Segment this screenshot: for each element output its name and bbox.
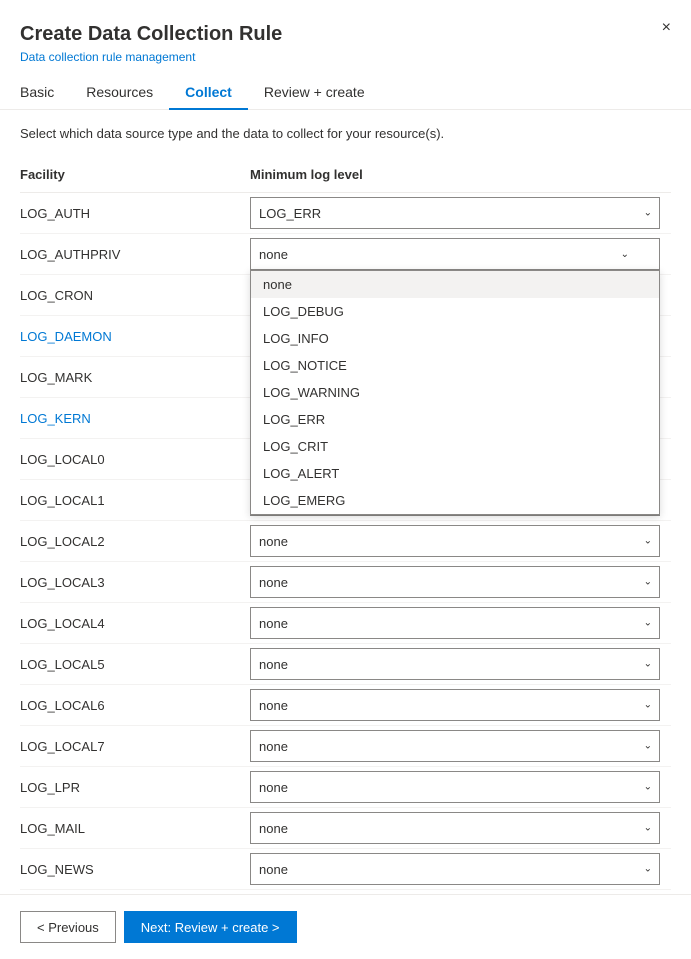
log-mail-dropdown[interactable]: none <box>250 812 660 844</box>
tab-review[interactable]: Review + create <box>248 76 381 110</box>
facility-label: LOG_AUTH <box>20 198 250 229</box>
dropdown-option-log-err[interactable]: LOG_ERR <box>251 406 659 433</box>
dialog-header: Create Data Collection Rule Data collect… <box>0 0 691 64</box>
dropdown-option-log-debug[interactable]: LOG_DEBUG <box>251 298 659 325</box>
previous-button[interactable]: < Previous <box>20 911 116 943</box>
dropdown-cell: none ⌄ <box>250 644 671 684</box>
dropdown-wrapper: none ⌄ <box>250 689 660 721</box>
dropdown-wrapper: none ⌄ <box>250 566 660 598</box>
log-auth-dropdown-wrapper: LOG_ERR ⌄ <box>250 197 660 229</box>
dropdown-option-log-crit[interactable]: LOG_CRIT <box>251 433 659 460</box>
dropdown-cell: none ⌄ <box>250 521 671 561</box>
dropdown-wrapper: none ⌄ <box>250 525 660 557</box>
dropdown-cell: none ⌄ <box>250 603 671 643</box>
table-row: LOG_LOCAL2 none ⌄ <box>20 521 671 562</box>
facility-label: LOG_LOCAL4 <box>20 608 250 639</box>
facility-label: LOG_MAIL <box>20 813 250 844</box>
log-local6-dropdown[interactable]: none <box>250 689 660 721</box>
log-auth-dropdown[interactable]: LOG_ERR <box>250 197 660 229</box>
log-news-dropdown[interactable]: none <box>250 853 660 885</box>
facility-label: LOG_KERN <box>20 403 250 434</box>
log-lpr-dropdown[interactable]: none <box>250 771 660 803</box>
dropdown-wrapper: none ⌄ <box>250 607 660 639</box>
table-row: LOG_LOCAL7 none ⌄ <box>20 726 671 767</box>
dropdown-option-log-warning[interactable]: LOG_WARNING <box>251 379 659 406</box>
facility-label: LOG_LOCAL7 <box>20 731 250 762</box>
col-loglevel-header: Minimum log level <box>250 161 671 188</box>
dropdown-list: none LOG_DEBUG LOG_INFO LOG_NOTICE LOG_W… <box>250 270 660 515</box>
dropdown-selected-value: none <box>259 247 288 262</box>
dropdown-wrapper: none ⌄ <box>250 853 660 885</box>
table-row: LOG_LOCAL3 none ⌄ <box>20 562 671 603</box>
log-local7-dropdown[interactable]: none <box>250 730 660 762</box>
chevron-down-icon: ⌄ <box>621 249 629 260</box>
table-row: LOG_LPR none ⌄ <box>20 767 671 808</box>
dropdown-cell: none ⌄ <box>250 726 671 766</box>
dropdown-cell: none ⌄ <box>250 849 671 889</box>
dropdown-option-log-notice[interactable]: LOG_NOTICE <box>251 352 659 379</box>
dropdown-cell: none ⌄ none LOG_DEBUG LOG_INFO LOG_NOTIC… <box>250 234 671 274</box>
footer: < Previous Next: Review + create > <box>0 894 691 959</box>
dropdown-cell: LOG_ERR ⌄ <box>250 193 671 233</box>
tab-resources[interactable]: Resources <box>70 76 169 110</box>
main-content: Select which data source type and the da… <box>0 110 691 930</box>
col-facility-header: Facility <box>20 161 250 188</box>
dropdown-cell: none ⌄ <box>250 767 671 807</box>
log-local4-dropdown[interactable]: none <box>250 607 660 639</box>
dropdown-option-none[interactable]: none <box>251 271 659 298</box>
dropdown-cell: none ⌄ <box>250 808 671 848</box>
dialog-title: Create Data Collection Rule <box>20 20 671 48</box>
facility-label: LOG_LOCAL6 <box>20 690 250 721</box>
description-text: Select which data source type and the da… <box>20 126 671 141</box>
dropdown-option-log-info[interactable]: LOG_INFO <box>251 325 659 352</box>
table-row: LOG_MAIL none ⌄ <box>20 808 671 849</box>
tab-basic[interactable]: Basic <box>20 76 70 110</box>
log-local3-dropdown[interactable]: none <box>250 566 660 598</box>
facility-label: LOG_DAEMON <box>20 321 250 352</box>
log-local2-dropdown[interactable]: none <box>250 525 660 557</box>
facility-label: LOG_LPR <box>20 772 250 803</box>
log-authpriv-dropdown-container: none ⌄ none LOG_DEBUG LOG_INFO LOG_NOTIC… <box>250 238 660 270</box>
dropdown-wrapper: none ⌄ <box>250 648 660 680</box>
next-button[interactable]: Next: Review + create > <box>124 911 297 943</box>
table-row: LOG_NEWS none ⌄ <box>20 849 671 890</box>
facility-label: LOG_LOCAL2 <box>20 526 250 557</box>
facility-label: LOG_LOCAL5 <box>20 649 250 680</box>
dropdown-cell: none ⌄ <box>250 562 671 602</box>
dropdown-cell: none ⌄ <box>250 685 671 725</box>
facility-label: LOG_AUTHPRIV <box>20 239 250 270</box>
dropdown-wrapper: none ⌄ <box>250 812 660 844</box>
table-row: LOG_LOCAL5 none ⌄ <box>20 644 671 685</box>
close-button[interactable]: × <box>658 16 675 40</box>
facility-label: LOG_LOCAL0 <box>20 444 250 475</box>
dialog-subtitle: Data collection rule management <box>20 50 671 64</box>
facility-label: LOG_CRON <box>20 280 250 311</box>
log-authpriv-dropdown-field[interactable]: none ⌄ <box>250 238 660 270</box>
table-row: LOG_AUTHPRIV none ⌄ none LOG_DEBUG LOG_I… <box>20 234 671 275</box>
dialog: Create Data Collection Rule Data collect… <box>0 0 691 959</box>
facility-label: LOG_LOCAL3 <box>20 567 250 598</box>
table-row: LOG_LOCAL6 none ⌄ <box>20 685 671 726</box>
dropdown-wrapper: none ⌄ <box>250 730 660 762</box>
tab-collect[interactable]: Collect <box>169 76 248 110</box>
dropdown-wrapper: none ⌄ <box>250 771 660 803</box>
facility-label: LOG_MARK <box>20 362 250 393</box>
table-header: Facility Minimum log level <box>20 157 671 193</box>
tabs-container: Basic Resources Collect Review + create <box>0 64 691 110</box>
log-local5-dropdown[interactable]: none <box>250 648 660 680</box>
table-row: LOG_LOCAL4 none ⌄ <box>20 603 671 644</box>
table-row: LOG_AUTH LOG_ERR ⌄ <box>20 193 671 234</box>
dropdown-option-log-emerg[interactable]: LOG_EMERG <box>251 487 659 514</box>
facility-label: LOG_NEWS <box>20 854 250 885</box>
dropdown-option-log-alert[interactable]: LOG_ALERT <box>251 460 659 487</box>
facility-label: LOG_LOCAL1 <box>20 485 250 516</box>
